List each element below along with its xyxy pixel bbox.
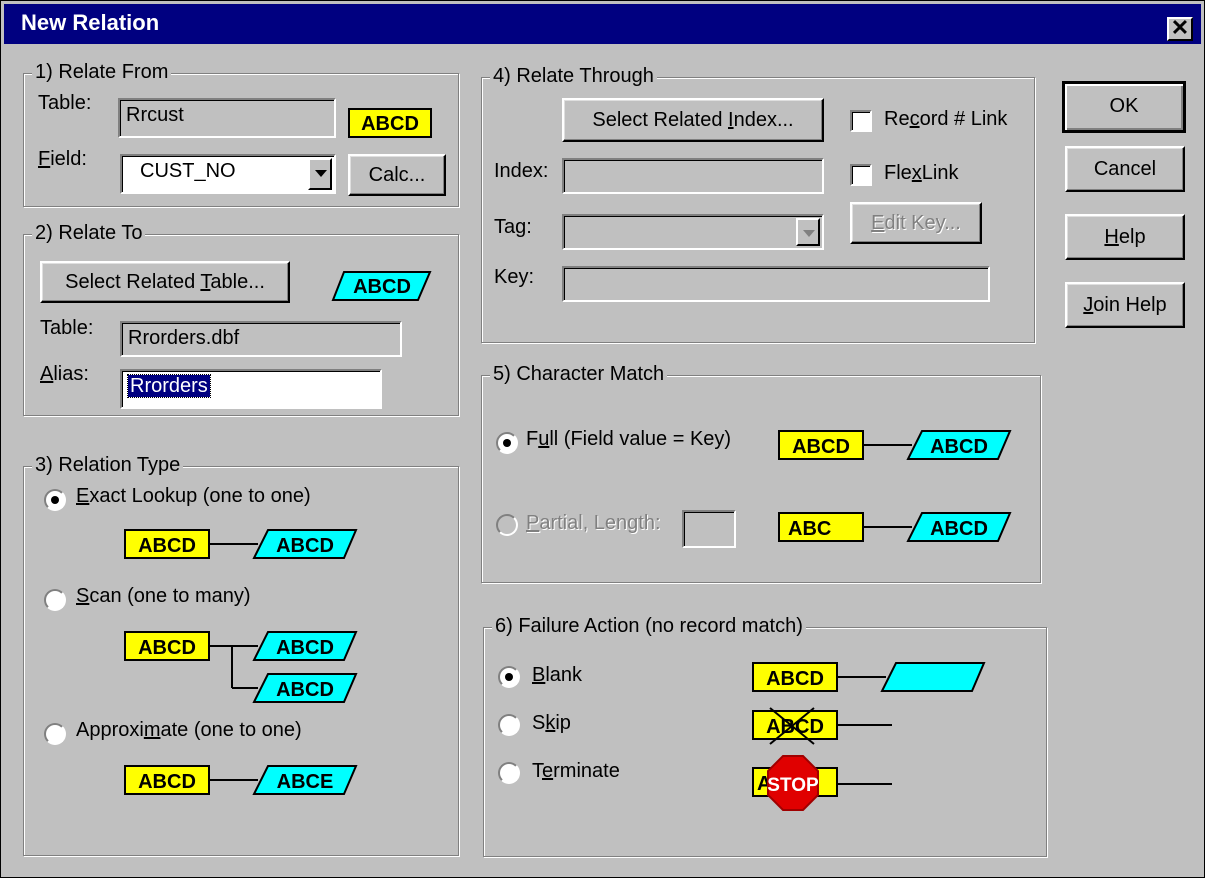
svg-text:ABCD: ABCD	[138, 637, 196, 659]
tag-label: Tag:	[494, 216, 532, 238]
radio-terminate[interactable]	[498, 762, 520, 784]
character-match-group: 5) Character Match Full (Field value = K…	[481, 363, 1041, 583]
window-title: New Relation	[21, 10, 160, 35]
svg-text:ABCD: ABCD	[276, 679, 334, 701]
tag-combo[interactable]	[562, 214, 824, 250]
relate-from-table-field: Rrcust	[118, 98, 336, 138]
radio-exact-lookup[interactable]	[44, 489, 66, 511]
help-button[interactable]: Help	[1065, 214, 1185, 260]
svg-text:ABCD: ABCD	[138, 535, 196, 557]
flexlink-label[interactable]: FlexLink	[884, 162, 959, 185]
svg-text:ABCE: ABCE	[277, 771, 334, 793]
relate-to-group: 2) Relate To Select Related Table... ABC…	[23, 222, 459, 416]
relate-through-group: 4) Relate Through Select Related Index..…	[481, 65, 1035, 343]
radio-skip[interactable]	[498, 714, 520, 736]
svg-text:ABCD: ABCD	[276, 535, 334, 557]
ok-button[interactable]: OK	[1062, 81, 1186, 133]
svg-text:ABCD: ABCD	[930, 518, 988, 540]
partial-length-label[interactable]: Partial, Length:	[526, 512, 661, 535]
stop-sign-icon: STOP	[767, 755, 819, 811]
relate-from-table-label: Table:	[38, 92, 92, 114]
terminate-diagram: ABCD STOP	[752, 755, 892, 811]
svg-text:ABCD: ABCD	[353, 276, 411, 298]
relate-from-field-label: Field:	[38, 148, 87, 170]
relate-to-label: 2) Relate To	[32, 222, 146, 245]
flexlink-checkbox[interactable]	[850, 164, 872, 186]
svg-text:ABC: ABC	[788, 518, 831, 540]
failure-action-group: 6) Failure Action (no record match) Blan…	[483, 615, 1047, 857]
radio-approximate[interactable]	[44, 723, 66, 745]
record-link-label[interactable]: Record # Link	[884, 108, 1007, 131]
edit-key-button[interactable]: Edit Key...	[850, 202, 982, 244]
blank-label[interactable]: Blank	[532, 664, 582, 687]
record-link-checkbox[interactable]	[850, 110, 872, 132]
chevron-down-icon[interactable]	[308, 158, 332, 190]
character-match-label: 5) Character Match	[490, 363, 668, 386]
approximate-label[interactable]: Approximate (one to one)	[76, 719, 302, 742]
close-button[interactable]: ✕	[1167, 17, 1193, 41]
exact-lookup-label[interactable]: Exact Lookup (one to one)	[76, 485, 311, 508]
relate-from-group: 1) Relate From Table: Rrcust ABCD Field:…	[23, 61, 459, 207]
exact-lookup-diagram: ABCD ABCD	[124, 529, 358, 559]
select-related-index-button[interactable]: Select Related Index...	[562, 98, 824, 142]
svg-text:ABCD: ABCD	[766, 716, 824, 738]
calc-button[interactable]: Calc...	[348, 154, 446, 196]
chevron-down-icon[interactable]	[796, 218, 820, 246]
relate-to-badge: ABCD	[331, 271, 432, 301]
radio-scan[interactable]	[44, 589, 66, 611]
terminate-label[interactable]: Terminate	[532, 760, 620, 783]
skip-diagram: ABCD	[752, 707, 892, 745]
svg-text:ABCD: ABCD	[930, 436, 988, 458]
index-label: Index:	[494, 160, 549, 182]
radio-blank[interactable]	[498, 666, 520, 688]
svg-text:ABCD: ABCD	[361, 113, 419, 135]
scan-diagram: ABCD ABCD ABCD	[124, 631, 358, 703]
relate-through-label: 4) Relate Through	[490, 65, 657, 88]
svg-text:STOP: STOP	[767, 775, 819, 796]
radio-full[interactable]	[496, 432, 518, 454]
join-help-button[interactable]: Join Help	[1065, 282, 1185, 328]
select-related-table-button[interactable]: Select Related Table...	[40, 261, 290, 303]
blank-diagram: ABCD	[752, 662, 986, 692]
svg-text:ABCD: ABCD	[138, 771, 196, 793]
radio-partial[interactable]	[496, 514, 518, 536]
relation-type-label: 3) Relation Type	[32, 454, 184, 477]
index-field	[562, 158, 824, 194]
scan-label[interactable]: Scan (one to many)	[76, 585, 251, 608]
full-match-diagram: ABCD ABCD	[778, 430, 1012, 460]
approximate-diagram: ABCD ABCE	[124, 765, 358, 795]
relation-type-group: 3) Relation Type Exact Lookup (one to on…	[23, 454, 459, 856]
relate-to-table-field: Rrorders.dbf	[120, 321, 402, 357]
full-match-label[interactable]: Full (Field value = Key)	[526, 428, 731, 451]
relate-to-table-label: Table:	[40, 317, 94, 339]
title-bar: New Relation ✕	[4, 4, 1201, 44]
new-relation-dialog: New Relation ✕ 1) Relate From Table: Rrc…	[0, 0, 1205, 878]
alias-label: Alias:	[40, 363, 89, 385]
failure-action-label: 6) Failure Action (no record match)	[492, 615, 806, 638]
key-field	[562, 266, 990, 302]
svg-text:ABCD: ABCD	[766, 668, 824, 690]
partial-match-diagram: ABC ABCD	[778, 512, 1012, 542]
relate-from-field-combo[interactable]: CUST_NO	[120, 154, 336, 194]
relate-from-label: 1) Relate From	[32, 61, 172, 84]
svg-text:ABCD: ABCD	[276, 637, 334, 659]
skip-label[interactable]: Skip	[532, 712, 571, 735]
relate-from-badge: ABCD	[348, 108, 432, 138]
svg-text:ABCD: ABCD	[792, 436, 850, 458]
key-label: Key:	[494, 266, 535, 288]
alias-input[interactable]: Rrorders	[120, 369, 382, 409]
cancel-button[interactable]: Cancel	[1065, 146, 1185, 192]
partial-length-field[interactable]	[682, 510, 736, 548]
